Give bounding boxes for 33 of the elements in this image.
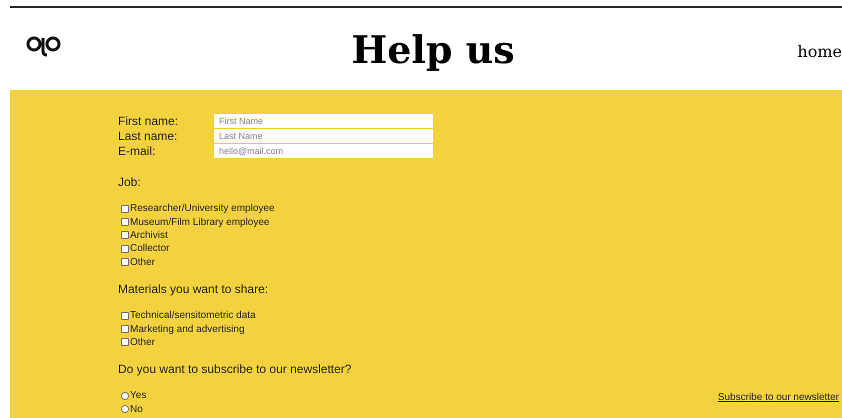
option-label: Yes: [130, 389, 146, 404]
checkbox[interactable]: [121, 244, 129, 253]
question-label: Materials you want to share:: [118, 280, 270, 297]
question-label: Job:: [118, 174, 142, 190]
option-label: Museum/Film Library employee: [130, 216, 270, 230]
input-field[interactable]: First Name: [214, 114, 433, 128]
option-label: Researcher/University employee: [130, 202, 275, 216]
checkbox[interactable]: [121, 218, 129, 226]
option-label: Technical/sensitometric data: [130, 309, 256, 324]
input-field[interactable]: hello@mail.com: [214, 144, 433, 158]
option-label: Archivist: [130, 228, 168, 243]
option-label: Collector: [130, 242, 170, 256]
option-label: Other: [130, 256, 156, 270]
field-label: First name:: [118, 114, 180, 128]
field-label: Last name:: [118, 129, 178, 143]
question-label: Do you want to subscribe to our newsletter?: [118, 361, 352, 378]
subscribe-link[interactable]: Subscribe to our newsletter: [718, 390, 839, 405]
checkbox[interactable]: [121, 258, 129, 266]
radio-button[interactable]: [121, 405, 129, 414]
page-title: Help us: [351, 26, 515, 74]
option-label: Other: [130, 336, 156, 350]
checkbox[interactable]: [121, 312, 129, 320]
option-label: Marketing and advertising: [130, 322, 245, 337]
field-label: E-mail:: [118, 144, 156, 158]
checkbox[interactable]: [121, 204, 129, 213]
checkbox[interactable]: [121, 325, 129, 334]
logo-icon[interactable]: [26, 35, 62, 57]
option-label: No: [130, 402, 143, 417]
checkbox[interactable]: [121, 338, 129, 346]
radio-button[interactable]: [121, 392, 129, 400]
home-link[interactable]: home: [797, 40, 842, 64]
input-field[interactable]: Last Name: [214, 129, 433, 143]
checkbox[interactable]: [121, 231, 129, 240]
